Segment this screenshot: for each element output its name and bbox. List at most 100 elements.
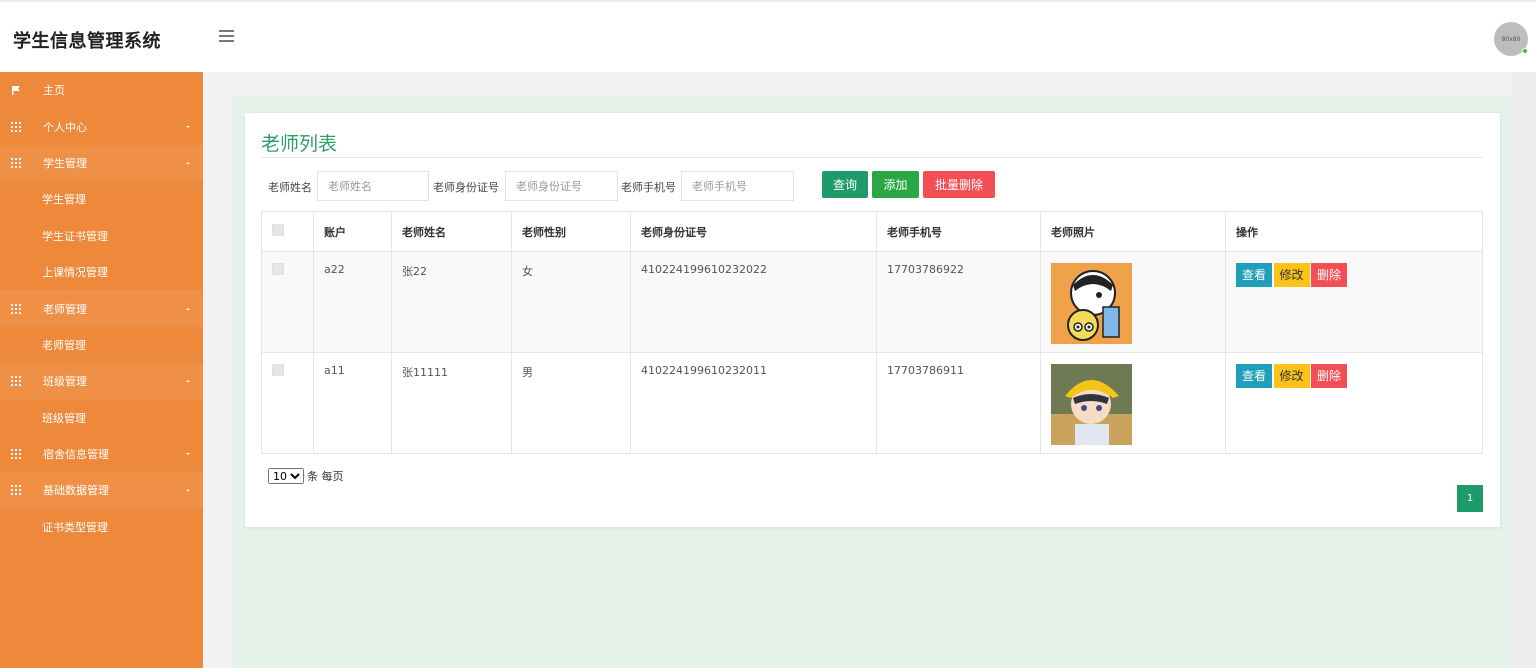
page-size-select[interactable]: 10: [268, 468, 304, 484]
page-size-control: 10 条 每页: [268, 468, 344, 484]
account-cell: a11: [313, 352, 392, 454]
sidebar-group-10[interactable]: 宿舍信息管理: [0, 436, 203, 472]
brand-title: 学生信息管理系统: [13, 31, 161, 52]
sidebar-group-0[interactable]: 主页: [0, 72, 203, 108]
chevron-down-icon: [186, 125, 190, 128]
column-header: 操作: [1225, 211, 1483, 252]
sidebar-group-2[interactable]: 学生管理: [0, 144, 203, 182]
teacher-id-input[interactable]: [505, 171, 618, 201]
sidebar-item-label: 证书类型管理: [42, 520, 108, 534]
cartoon-boy-photo[interactable]: [1051, 263, 1132, 344]
sidebar-item-label: 学生证书管理: [42, 229, 108, 243]
id-number-cell: 410224199610232022: [630, 251, 877, 353]
table-row: a22 张22 女 410224199610232022 17703786922: [261, 251, 1483, 353]
phone-cell: 17703786922: [876, 251, 1041, 353]
teacher-table: 账户 老师姓名 老师性别 老师身份证号 老师手机号 老师照片 操作 a22 张2…: [261, 211, 1483, 454]
column-header: 账户: [313, 211, 392, 252]
sidebar-sub-item-4[interactable]: 学生证书管理: [0, 218, 203, 254]
teacher-name-input[interactable]: [317, 171, 429, 201]
teacher-phone-input[interactable]: [681, 171, 794, 201]
sidebar-item-label: 班级管理: [42, 411, 86, 425]
chevron-up-icon: [186, 489, 190, 492]
sidebar-item-label: 宿舍信息管理: [43, 448, 109, 462]
sidebar-nav: 主页 个人中心 学生管理 学生管理 学生证书管理 上课情况管理 老师管理 老师管理 班级管理 班级…: [0, 72, 203, 668]
name-cell: 张22: [391, 251, 512, 353]
hamburger-menu-icon[interactable]: [219, 30, 235, 44]
page-title: 老师列表: [261, 133, 338, 155]
teacher-phone-label: 老师手机号: [621, 181, 676, 194]
sidebar-sub-item-9[interactable]: 班级管理: [0, 400, 203, 436]
per-page-label: 条 每页: [307, 470, 344, 483]
search-bar: 老师姓名 老师身份证号 老师手机号 查询 添加 批量删除: [245, 171, 1500, 203]
grid-icon: [11, 303, 21, 314]
batch-delete-button[interactable]: 批量删除: [923, 171, 995, 198]
sidebar-item-label: 个人中心: [43, 120, 87, 134]
grid-icon: [11, 485, 21, 496]
column-header: 老师性别: [511, 211, 631, 252]
sidebar-sub-item-7[interactable]: 老师管理: [0, 327, 203, 363]
right-gutter: [1512, 72, 1536, 668]
sidebar-sub-item-12[interactable]: 证书类型管理: [0, 509, 203, 545]
column-header: 老师手机号: [876, 211, 1041, 252]
grid-icon: [11, 449, 21, 460]
column-header: 老师身份证号: [630, 211, 877, 252]
row-checkbox[interactable]: [272, 263, 284, 275]
sidebar-group-8[interactable]: 班级管理: [0, 363, 203, 400]
actions-cell: 查看 修改 删除: [1225, 251, 1483, 353]
title-divider: [261, 157, 1483, 158]
grid-icon: [11, 157, 21, 168]
teacher-list-card: 老师列表 老师姓名 老师身份证号 老师手机号 查询 添加 批量删除 账户 老师姓…: [245, 113, 1500, 527]
photo-cell: [1040, 352, 1226, 454]
view-button[interactable]: 查看: [1236, 364, 1273, 388]
row-select-cell: [261, 251, 314, 353]
name-cell: 张11111: [391, 352, 512, 454]
table-row: a11 张11111 男 410224199610232011 17703786…: [261, 352, 1483, 454]
chevron-up-icon: [186, 380, 190, 383]
table-header-row: 账户 老师姓名 老师性别 老师身份证号 老师手机号 老师照片 操作: [261, 211, 1483, 252]
id-number-cell: 410224199610232011: [630, 352, 877, 454]
query-button[interactable]: 查询: [822, 171, 868, 198]
sidebar-sub-item-5[interactable]: 上课情况管理: [0, 254, 203, 290]
page-1-button[interactable]: 1: [1457, 485, 1483, 512]
view-button[interactable]: 查看: [1236, 263, 1273, 287]
chevron-up-icon: [186, 307, 190, 310]
actions-cell: 查看 修改 删除: [1225, 352, 1483, 454]
add-button[interactable]: 添加: [872, 171, 919, 198]
sidebar-group-11[interactable]: 基础数据管理: [0, 472, 203, 509]
sidebar-item-label: 老师管理: [42, 338, 86, 352]
anime-boy-photo[interactable]: [1051, 364, 1132, 445]
column-header: 老师照片: [1040, 211, 1226, 252]
sidebar-item-label: 学生管理: [43, 156, 87, 170]
column-header: 老师姓名: [391, 211, 512, 252]
delete-button[interactable]: 删除: [1311, 263, 1348, 287]
account-cell: a22: [313, 251, 392, 353]
teacher-id-label: 老师身份证号: [433, 181, 499, 194]
teacher-name-label: 老师姓名: [268, 181, 312, 194]
sidebar-item-label: 老师管理: [43, 302, 87, 316]
grid-icon: [11, 376, 21, 387]
sidebar-item-label: 上课情况管理: [42, 266, 108, 280]
row-checkbox[interactable]: [272, 364, 284, 376]
flag-icon: [11, 85, 21, 96]
sidebar-item-label: 基础数据管理: [43, 484, 109, 498]
phone-cell: 17703786911: [876, 352, 1041, 454]
top-header: 学生信息管理系统: [0, 0, 1536, 72]
delete-button[interactable]: 删除: [1311, 364, 1348, 388]
gender-cell: 女: [511, 251, 631, 353]
sidebar-item-label: 班级管理: [43, 375, 87, 389]
chevron-up-icon: [186, 161, 190, 164]
photo-cell: [1040, 251, 1226, 353]
gender-cell: 男: [511, 352, 631, 454]
online-status-dot: [1522, 48, 1528, 54]
sidebar-item-label: 学生管理: [42, 193, 86, 207]
grid-icon: [11, 121, 21, 132]
edit-button[interactable]: 修改: [1273, 263, 1310, 287]
sidebar-item-label: 主页: [43, 84, 65, 98]
sidebar-sub-item-3[interactable]: 学生管理: [0, 181, 203, 217]
sidebar-group-6[interactable]: 老师管理: [0, 290, 203, 327]
sidebar-group-1[interactable]: 个人中心: [0, 108, 203, 144]
row-select-cell: [261, 352, 314, 454]
select-all-checkbox[interactable]: [272, 224, 284, 236]
chevron-down-icon: [186, 453, 190, 456]
edit-button[interactable]: 修改: [1273, 364, 1310, 388]
